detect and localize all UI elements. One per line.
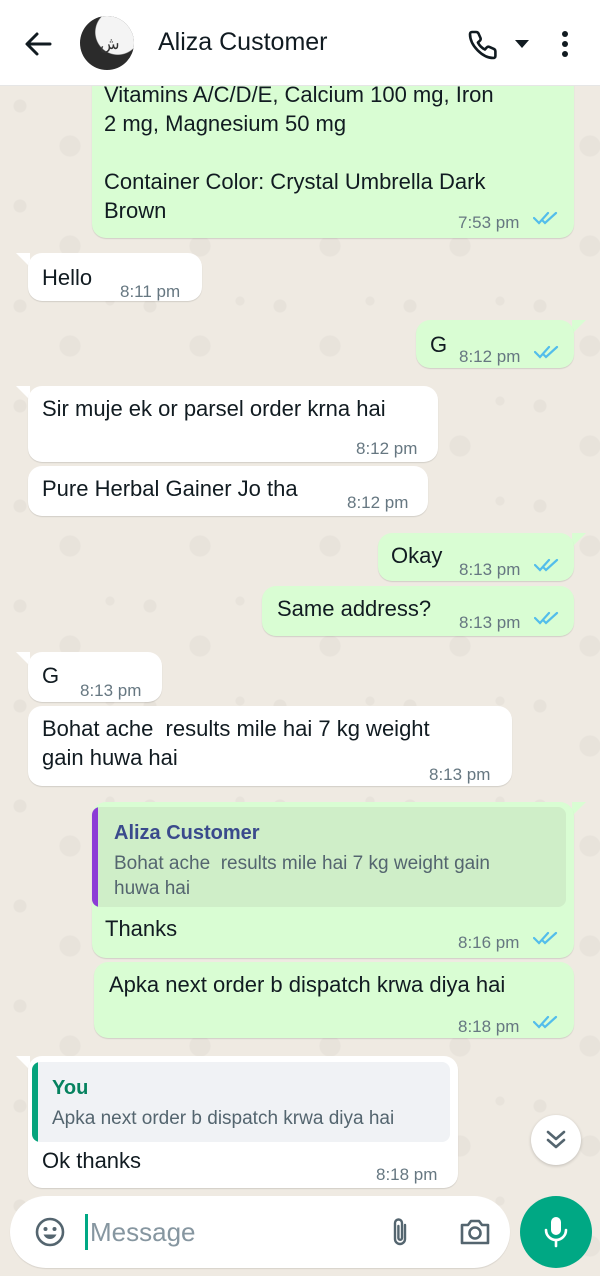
voice-message-button[interactable] xyxy=(520,1196,592,1268)
message-bubble-incoming[interactable]: Hello 8:11 pm xyxy=(28,253,202,301)
message-time: 8:13 pm xyxy=(429,765,491,784)
message-text: G xyxy=(42,663,60,688)
message-text: Apka next order b dispatch krwa diya hai xyxy=(109,972,506,997)
message-time: 8:13 pm xyxy=(459,613,521,632)
message-text: Sir muje ek or parsel order krna hai xyxy=(42,396,386,421)
message-bubble-outgoing[interactable]: Vitamins A/C/D/E, Calcium 100 mg, Iron 2… xyxy=(92,70,574,238)
message-time: 8:18 pm xyxy=(458,1017,520,1036)
double-chevron-down-icon xyxy=(546,1130,566,1149)
arrow-left-icon[interactable] xyxy=(22,28,54,60)
message-bubble-outgoing[interactable]: Same address? 8:13 pm xyxy=(262,586,574,636)
message-text: Okay xyxy=(391,543,443,568)
message-bubble-outgoing[interactable]: Apka next order b dispatch krwa diya hai… xyxy=(94,962,574,1038)
quote-author: You xyxy=(52,1077,89,1099)
quote-bar xyxy=(92,807,98,907)
quoted-message[interactable]: You Apka next order b dispatch krwa diya… xyxy=(32,1062,450,1142)
double-check-icon xyxy=(534,345,559,359)
scroll-to-bottom-button[interactable] xyxy=(531,1115,581,1165)
double-check-icon xyxy=(534,558,559,572)
message-time: 8:11 pm xyxy=(120,282,181,301)
double-check-icon xyxy=(533,1015,558,1029)
message-time: 8:12 pm xyxy=(347,493,409,512)
quoted-message[interactable]: Aliza Customer Bohat ache results mile h… xyxy=(92,807,566,907)
message-time: 7:53 pm xyxy=(458,213,520,232)
double-check-icon xyxy=(533,211,558,225)
message-text: G xyxy=(430,332,448,357)
text-cursor xyxy=(85,1214,88,1250)
message-bubble-incoming[interactable]: Pure Herbal Gainer Jo tha 8:12 pm xyxy=(28,466,428,516)
quote-text: Bohat ache results mile hai 7 kg weight … xyxy=(114,853,490,899)
quote-text: Apka next order b dispatch krwa diya hai xyxy=(52,1108,395,1129)
message-text: Hello xyxy=(42,265,93,290)
emoji-icon[interactable] xyxy=(34,1216,66,1248)
message-input[interactable] xyxy=(90,1214,370,1250)
message-bubble-outgoing[interactable]: Aliza Customer Bohat ache results mile h… xyxy=(92,802,574,958)
message-time: 8:16 pm xyxy=(458,933,520,952)
message-bubble-outgoing[interactable]: Okay 8:13 pm xyxy=(378,533,574,581)
message-time: 8:18 pm xyxy=(376,1165,438,1184)
message-text: Ok thanks xyxy=(42,1148,142,1173)
message-text: Vitamins A/C/D/E, Calcium 100 mg, Iron 2… xyxy=(104,82,494,223)
double-check-icon xyxy=(533,931,558,945)
message-bubble-outgoing[interactable]: G 8:12 pm xyxy=(416,320,574,368)
message-time: 8:12 pm xyxy=(356,439,418,458)
message-time: 8:12 pm xyxy=(459,347,521,366)
message-bubble-incoming[interactable]: Sir muje ek or parsel order krna hai 8:1… xyxy=(28,386,438,462)
message-bubble-incoming[interactable]: You Apka next order b dispatch krwa diya… xyxy=(28,1056,458,1188)
message-composer xyxy=(10,1196,510,1268)
attach-icon[interactable] xyxy=(386,1216,414,1250)
message-text: Same address? xyxy=(277,596,432,621)
caret-down-icon[interactable] xyxy=(514,38,530,50)
more-vert-icon[interactable] xyxy=(556,28,574,60)
chat-header: ش Aliza Customer xyxy=(0,0,600,86)
camera-icon[interactable] xyxy=(458,1216,492,1248)
contact-name[interactable]: Aliza Customer xyxy=(158,28,328,57)
message-time: 8:13 pm xyxy=(459,560,521,579)
mic-icon xyxy=(544,1217,568,1248)
double-check-icon xyxy=(534,611,559,625)
phone-icon[interactable] xyxy=(468,28,500,60)
message-text: Thanks xyxy=(105,916,178,941)
message-text: Pure Herbal Gainer Jo tha xyxy=(42,476,298,501)
quote-author: Aliza Customer xyxy=(114,822,260,844)
avatar[interactable]: ش xyxy=(80,16,134,70)
quote-bar xyxy=(32,1062,38,1142)
message-bubble-incoming[interactable]: G 8:13 pm xyxy=(28,652,162,702)
message-bubble-incoming[interactable]: Bohat ache results mile hai 7 kg weight … xyxy=(28,706,512,786)
message-time: 8:13 pm xyxy=(80,681,142,700)
